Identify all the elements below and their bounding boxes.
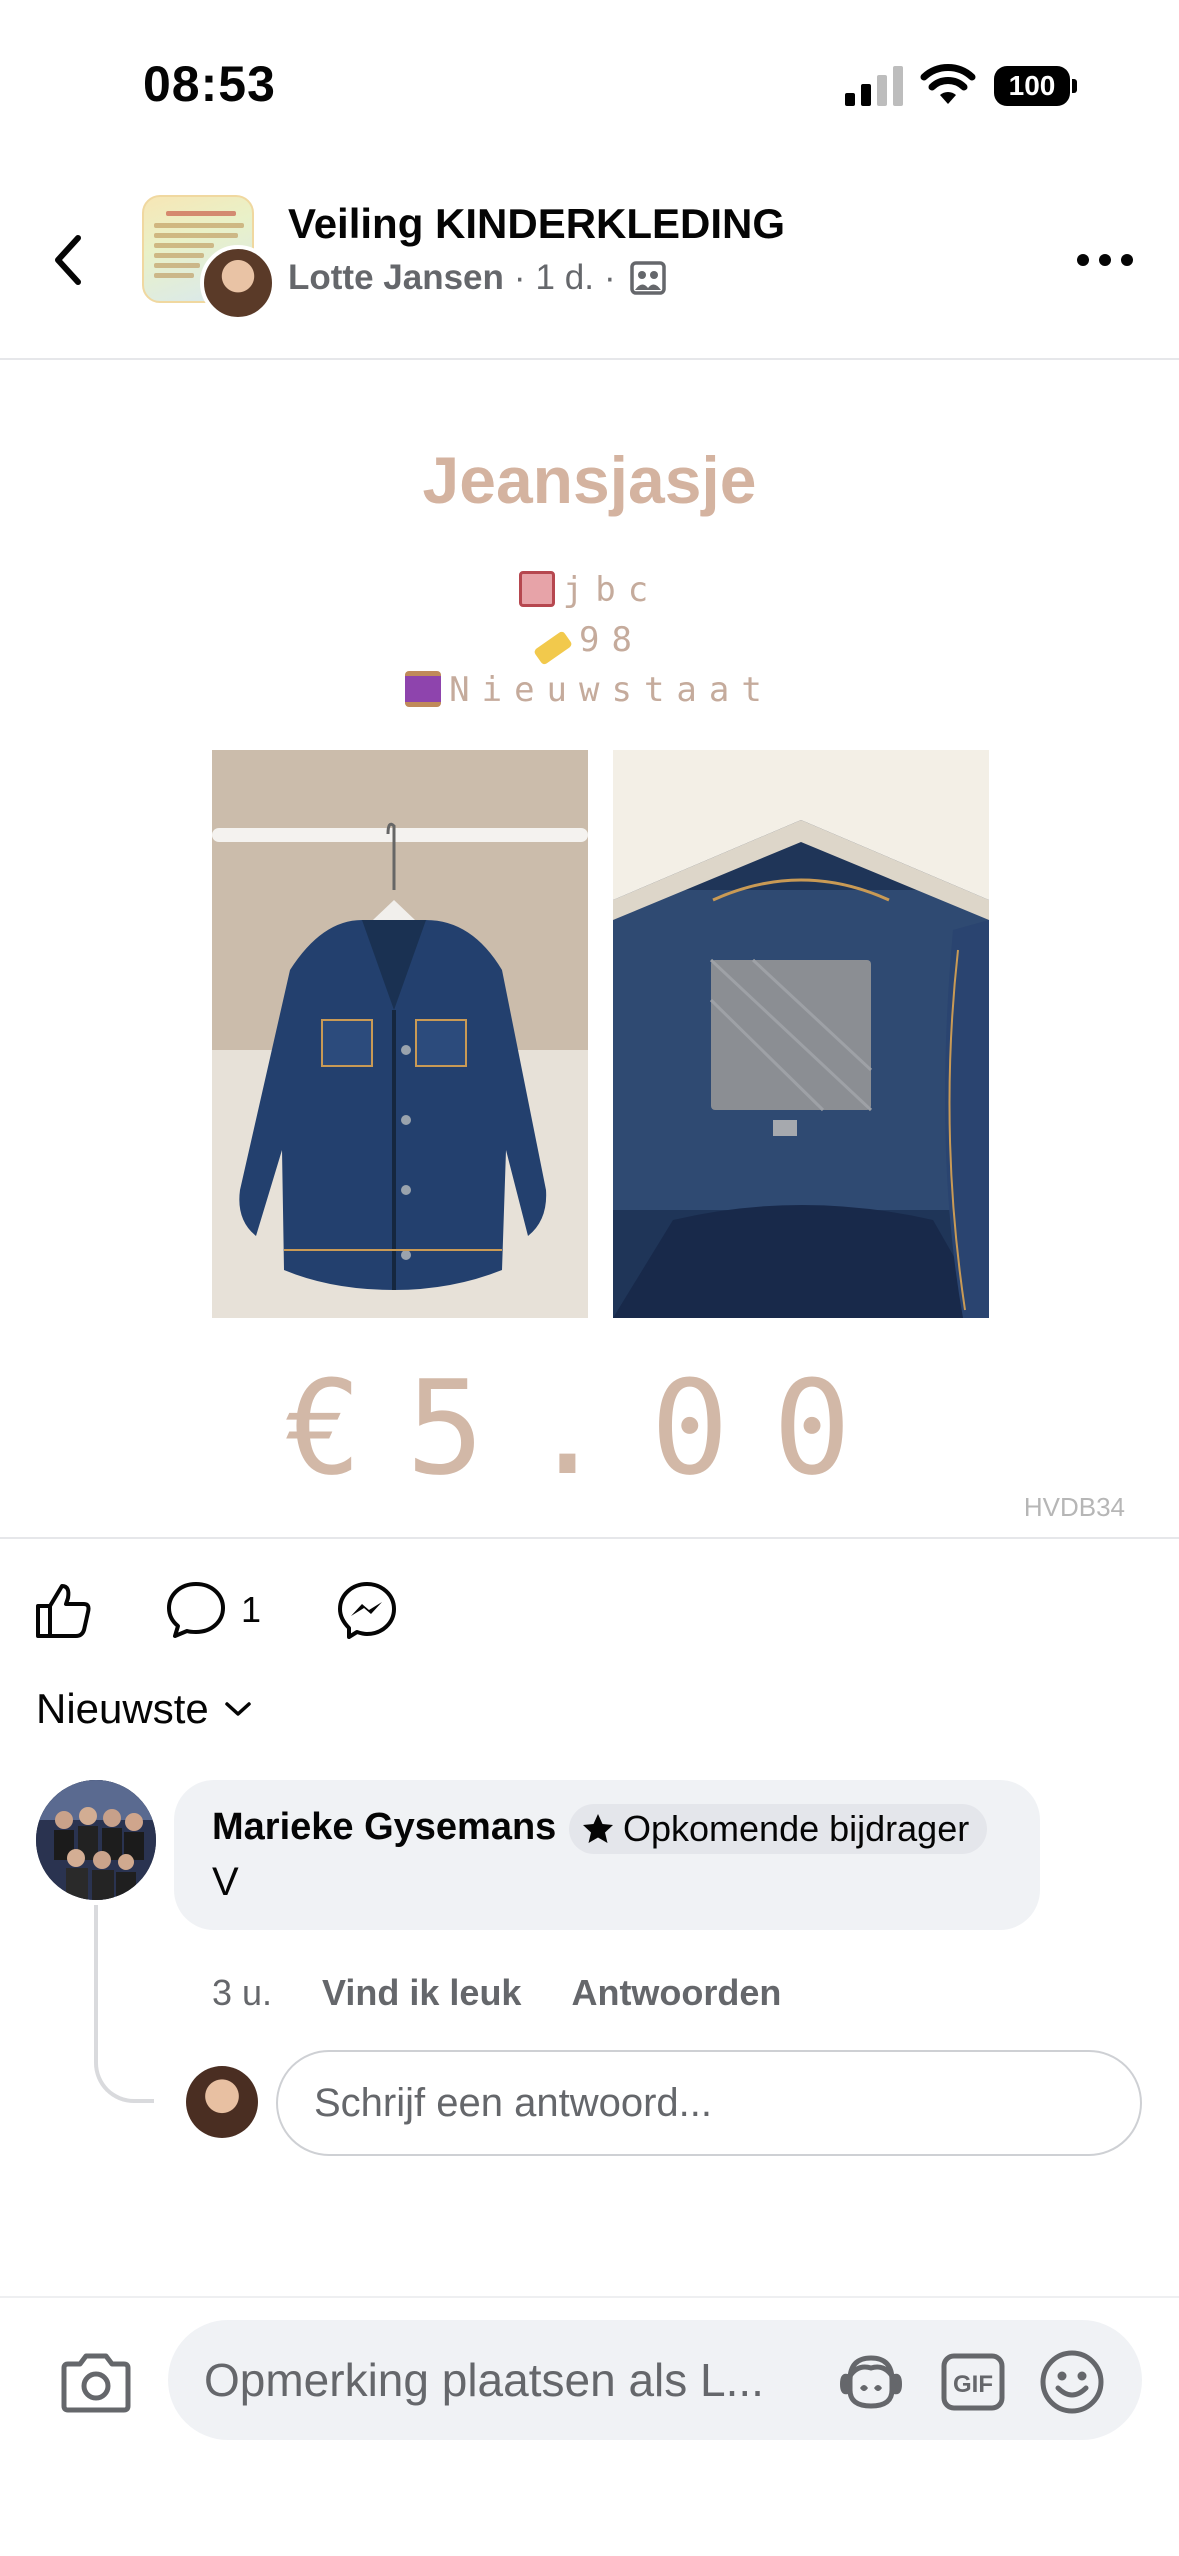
group-icon (629, 261, 666, 295)
brand-line: jbc (0, 570, 1179, 610)
item-title: Jeansjasje (422, 443, 757, 517)
brand: jbc (562, 570, 661, 610)
post-image[interactable]: Jeansjasje jbc 98 Nieuwstaat €5.00 HVDB3… (0, 362, 1179, 1537)
star-icon (583, 1814, 613, 1843)
wifi-icon (920, 64, 976, 104)
comment-icon (167, 1582, 225, 1638)
more-icon[interactable] (1075, 245, 1135, 275)
post-header: Veiling KINDERKLEDING Lotte Jansen · 1 d… (0, 160, 1179, 360)
comment-count: 1 (241, 1589, 262, 1630)
ruler-emoji-icon (533, 630, 573, 666)
my-avatar (186, 2066, 258, 2138)
chevron-down-icon (225, 1702, 251, 1716)
signal-icon (845, 66, 903, 106)
gif-icon[interactable]: GIF (940, 2352, 1006, 2412)
messenger-send-button[interactable] (336, 1580, 398, 1640)
comment-composer: Opmerking plaatsen als L... GIF (0, 2296, 1179, 2556)
comment-input[interactable]: Opmerking plaatsen als L... GIF (168, 2320, 1142, 2440)
like-button[interactable] (32, 1580, 94, 1640)
group-avatar[interactable] (142, 195, 276, 321)
emoji-icon[interactable] (1038, 2348, 1106, 2416)
jacket-label-photo (613, 750, 989, 1318)
comment-like-button[interactable]: Vind ik leuk (322, 1972, 521, 2014)
reply-thread-line (94, 1905, 154, 2103)
post-meta: Lotte Jansen · 1 d. · (288, 258, 666, 298)
avatar-sticker-icon[interactable] (836, 2350, 906, 2412)
comment-time: 3 u. (212, 1972, 273, 2013)
back-icon[interactable] (40, 220, 100, 300)
commenter-avatar[interactable] (36, 1780, 156, 1900)
svg-text:GIF: GIF (953, 2371, 993, 2398)
group-name[interactable]: Veiling KINDERKLEDING (288, 200, 785, 248)
size-line: 98 (0, 620, 1179, 666)
battery-level: 100 (994, 66, 1070, 106)
bookmark-emoji-icon (518, 571, 555, 607)
commenter-name[interactable]: Marieke Gysemans (212, 1806, 556, 1849)
comment-text: V (212, 1860, 239, 1904)
size: 98 (579, 620, 644, 660)
comment-placeholder: Opmerking plaatsen als L... (204, 2354, 764, 2406)
status-time: 08:53 (143, 56, 276, 112)
condition: Nieuwstaat (449, 670, 774, 710)
condition-line: Nieuwstaat (0, 670, 1179, 710)
like-icon (36, 1584, 91, 1638)
comment-bubble[interactable]: Marieke Gysemans Opkomende bijdrager V (174, 1780, 1040, 1930)
battery-icon: 100 (994, 66, 1078, 106)
reply-placeholder: Schrijf een antwoord... (314, 2080, 712, 2125)
item-price: €5.00 (283, 1352, 896, 1504)
sort-label: Nieuwste (36, 1685, 209, 1732)
author-name[interactable]: Lotte Jansen (288, 258, 504, 298)
comment-reply-button[interactable]: Antwoorden (571, 1972, 781, 2014)
watermark: HVDB34 (1023, 1492, 1125, 1522)
comment-button[interactable]: 1 (165, 1580, 261, 1640)
contributor-badge[interactable]: Opkomende bijdrager (569, 1804, 988, 1854)
thread-spool-emoji-icon (405, 671, 442, 707)
status-bar: 08:53 100 (0, 0, 1179, 160)
divider (0, 1537, 1179, 1539)
reply-input[interactable]: Schrijf een antwoord... (276, 2050, 1142, 2156)
author-avatar (200, 245, 276, 321)
jacket-front-photo (212, 750, 588, 1318)
post-time: 1 d. (535, 258, 594, 297)
comment-sort-dropdown[interactable]: Nieuwste (36, 1685, 253, 1733)
messenger-icon (338, 1582, 396, 1639)
camera-icon[interactable] (58, 2350, 134, 2416)
action-bar: 1 (0, 1570, 1179, 1650)
comment-actions: 3 u. Vind ik leuk Antwoorden (212, 1972, 831, 2014)
badge-label: Opkomende bijdrager (623, 1808, 970, 1849)
